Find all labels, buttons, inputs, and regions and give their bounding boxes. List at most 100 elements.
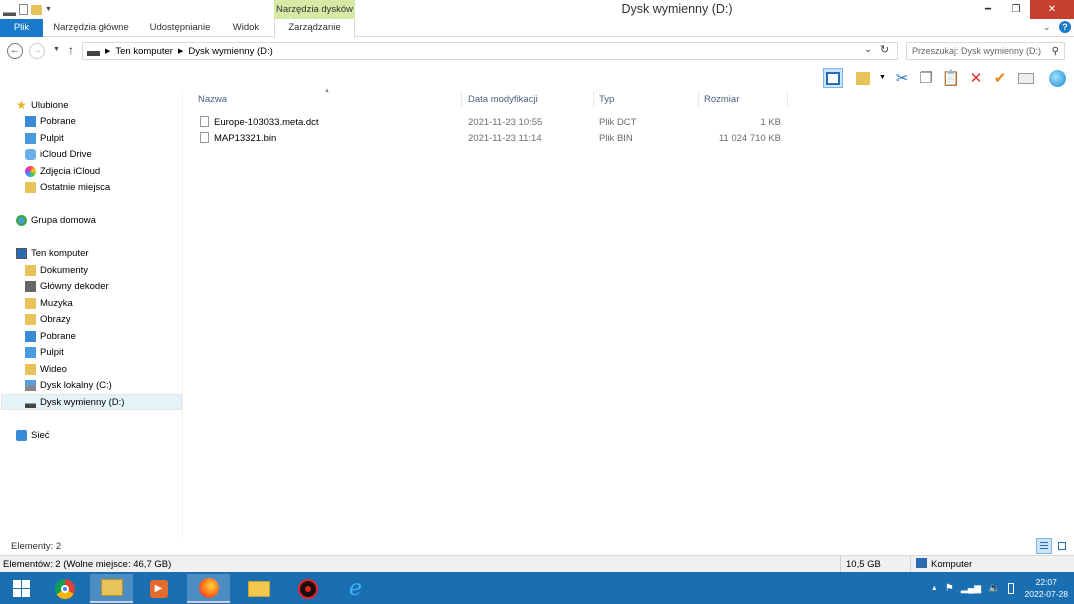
chevron-down-icon[interactable]: ▼ — [45, 6, 52, 13]
column-header-name[interactable]: Nazwa — [194, 91, 462, 108]
nav-label: Ostatnie miejsca — [40, 181, 111, 193]
table-row[interactable]: Europe-103033.meta.dct 2021-11-23 10:55 … — [194, 114, 788, 130]
taskbar-chrome[interactable] — [43, 574, 86, 603]
taskbar-ie[interactable]: e — [334, 574, 377, 603]
maximize-button[interactable]: ❐ — [1002, 0, 1030, 19]
ribbon-expand-icon[interactable]: ⌄ — [1043, 22, 1051, 33]
status-bar: Elementy: 2 — [0, 538, 1074, 555]
start-button[interactable] — [0, 574, 43, 603]
rename-button[interactable]: ✔ — [990, 68, 1010, 88]
nav-fav-recent[interactable]: Ostatnie miejsca — [25, 179, 110, 195]
nav-pc-downloads[interactable]: Pobrane — [25, 328, 76, 344]
taskbar-explorer[interactable] — [90, 574, 133, 603]
large-icons-view-button[interactable] — [1055, 539, 1069, 553]
battery-icon[interactable] — [1007, 582, 1014, 594]
move-to-button[interactable] — [853, 68, 873, 88]
paste-button[interactable]: 📋 — [941, 68, 961, 88]
nav-pc-drive-d[interactable]: Dysk wymienny (D:) — [25, 394, 124, 410]
nav-this-pc[interactable]: Ten komputer — [16, 245, 89, 261]
context-tab-group: Narzędzia dysków — [274, 0, 355, 19]
properties-icon[interactable] — [19, 4, 28, 15]
clock[interactable]: 22:07 2022-07-28 — [1025, 576, 1068, 600]
nav-pc-videos[interactable]: Wideo — [25, 361, 67, 377]
tab-manage[interactable]: Zarządzanie — [274, 19, 355, 38]
nav-pc-music[interactable]: Muzyka — [25, 295, 73, 311]
delete-button[interactable]: ✕ — [966, 68, 986, 88]
nav-pc-desktop[interactable]: Pulpit — [25, 344, 64, 360]
nav-label: Pulpit — [40, 132, 64, 144]
icloud-icon — [25, 148, 36, 160]
close-icon: ✕ — [1047, 4, 1057, 15]
nav-fav-icloud-drive[interactable]: iCloud Drive — [25, 146, 92, 162]
command-toolbar — [0, 64, 1074, 91]
nav-pc-documents[interactable]: Dokumenty — [25, 262, 88, 278]
ribbon-tabs: Plik Narzędzia główne Udostępnianie Wido… — [0, 19, 1074, 38]
properties-button[interactable] — [1016, 68, 1036, 88]
details-view-button[interactable] — [1036, 538, 1052, 554]
preview-pane-button[interactable] — [823, 68, 843, 88]
nav-network[interactable]: Sieć — [16, 427, 49, 443]
taskbar-mail[interactable] — [237, 574, 280, 603]
nav-label: Dysk lokalny (C:) — [40, 379, 112, 391]
globe-button[interactable] — [1047, 68, 1067, 88]
nav-label: Pobrane — [40, 115, 76, 127]
search-placeholder: Przeszukaj: Dysk wymienny (D:) — [912, 46, 1042, 56]
ie-icon: e — [348, 575, 363, 601]
address-bar[interactable]: ▶ Ten komputer ▶ Dysk wymienny (D:) — [82, 42, 898, 60]
table-row[interactable]: MAP13321.bin 2021-11-23 11:14 Plik BIN 1… — [194, 130, 788, 146]
drive-icon[interactable] — [3, 7, 16, 16]
tab-view[interactable]: Widok — [226, 19, 266, 37]
nav-label: Ten komputer — [31, 247, 89, 259]
large-icons-view-icon — [1058, 542, 1066, 550]
file-date: 2021-11-23 11:14 — [468, 133, 542, 144]
close-button[interactable]: ✕ — [1030, 0, 1074, 19]
refresh-icon[interactable]: ↻ — [880, 43, 889, 56]
nav-favorites[interactable]: ★ Ulubione — [16, 97, 69, 113]
cut-button[interactable]: ✂ — [892, 68, 912, 88]
nav-pc-drive-c[interactable]: Dysk lokalny (C:) — [25, 377, 112, 393]
address-dropdown-icon[interactable]: ⌄ — [864, 44, 872, 55]
minimize-button[interactable]: ━ — [974, 0, 1002, 19]
tab-share[interactable]: Udostępnianie — [144, 19, 216, 37]
breadcrumb-drive[interactable]: Dysk wymienny (D:) — [188, 46, 272, 57]
up-button[interactable]: ↑ — [68, 43, 74, 57]
breadcrumb-separator-icon: ▶ — [177, 48, 184, 55]
nav-fav-downloads[interactable]: Pobrane — [25, 113, 76, 129]
column-header-date[interactable]: Data modyfikacji — [464, 91, 594, 108]
nav-pc-decoder[interactable]: Główny dekoder — [25, 278, 109, 294]
nav-label: Zdjęcia iCloud — [40, 165, 101, 177]
tray-expand-icon[interactable]: ▲ — [931, 585, 938, 592]
back-button[interactable]: ← — [7, 43, 23, 59]
nav-fav-desktop[interactable]: Pulpit — [25, 130, 64, 146]
nav-label: Główny dekoder — [40, 280, 109, 292]
tab-file[interactable]: Plik — [0, 19, 43, 37]
copy-button[interactable]: ❐ — [916, 68, 936, 88]
flag-icon[interactable]: ⚑ — [945, 583, 954, 594]
new-folder-icon[interactable] — [31, 4, 42, 15]
taskbar-music[interactable] — [286, 574, 329, 603]
media-player-icon: ▶ — [149, 579, 168, 598]
taskbar-firefox[interactable] — [187, 574, 230, 603]
tab-home[interactable]: Narzędzia główne — [50, 19, 132, 37]
nav-label: Wideo — [40, 363, 67, 375]
checkmark-icon: ✔ — [993, 70, 1007, 87]
recent-places-icon — [25, 181, 36, 193]
taskbar-media-player[interactable]: ▶ — [137, 574, 180, 603]
forward-button[interactable]: → — [29, 43, 45, 59]
breadcrumb-computer[interactable]: Ten komputer — [115, 46, 173, 57]
computer-icon — [16, 247, 27, 259]
column-header-type[interactable]: Typ — [595, 91, 699, 108]
recent-locations-icon[interactable]: ▼ — [53, 46, 60, 53]
search-input[interactable]: Przeszukaj: Dysk wymienny (D:) ⚲ — [906, 42, 1065, 60]
nav-homegroup[interactable]: Grupa domowa — [16, 212, 96, 228]
help-icon[interactable]: ? — [1059, 21, 1071, 33]
nav-label: iCloud Drive — [40, 148, 92, 160]
arrow-left-icon: ← — [10, 45, 20, 56]
nav-fav-icloud-photos[interactable]: Zdjęcia iCloud — [25, 163, 100, 179]
volume-icon[interactable]: 🔈 — [988, 583, 1000, 594]
chevron-down-icon[interactable]: ▼ — [879, 74, 886, 81]
copy-icon: ❐ — [919, 70, 933, 87]
nav-pc-pictures[interactable]: Obrazy — [25, 311, 71, 327]
column-header-size[interactable]: Rozmiar — [700, 91, 788, 108]
network-signal-icon[interactable]: ▂▄▆ — [961, 583, 981, 594]
